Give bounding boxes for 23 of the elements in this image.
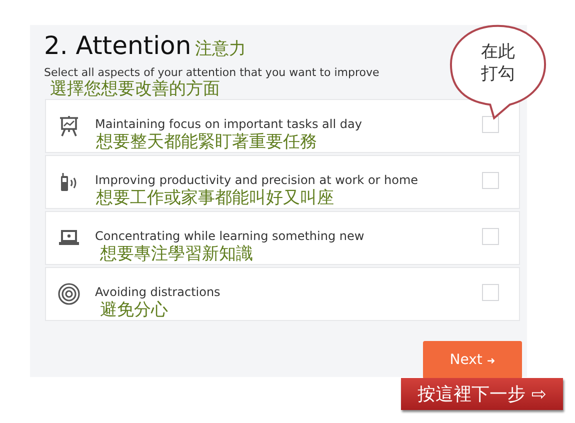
instruction-text: Select all aspects of your attention that you want to improve xyxy=(44,66,380,79)
page-title: 2. Attention xyxy=(44,31,192,60)
option-row[interactable]: Avoiding distractions 避免分心 xyxy=(45,267,520,321)
option-label: Concentrating while learning something new xyxy=(95,229,366,243)
option-annotation: 避免分心 xyxy=(100,300,168,320)
checkbox[interactable] xyxy=(482,172,499,188)
option-label: Avoiding distractions xyxy=(95,285,222,299)
option-row[interactable]: Concentrating while learning something new 想要專注學習新知識 xyxy=(45,211,520,265)
checkbox[interactable] xyxy=(482,116,499,132)
option-annotation: 想要專注學習新知識 xyxy=(100,244,253,264)
option-label: Maintaining focus on important tasks all day xyxy=(95,117,363,131)
title-annotation: 注意力 xyxy=(195,38,246,60)
checkbox[interactable] xyxy=(482,228,499,244)
instruction-annotation: 選擇您想要改善的方面 xyxy=(50,79,221,99)
option-annotation: 想要整天都能緊盯著重要任務 xyxy=(96,132,317,152)
checkbox[interactable] xyxy=(482,284,499,300)
next-step-annotation: 按這裡下一步 ⇨ xyxy=(401,378,563,410)
option-annotation: 想要工作或家事都能叫好又叫座 xyxy=(96,188,334,208)
speech-bubble-annotation: 在此 打勾 xyxy=(449,24,547,120)
option-row[interactable]: Improving productivity and precision at work or home 想要工作或家事都能叫好又叫座 xyxy=(45,155,520,209)
option-label: Improving productivity and precision at work or home xyxy=(95,173,420,187)
target-icon xyxy=(58,283,80,305)
presentation-board-icon xyxy=(58,115,80,137)
